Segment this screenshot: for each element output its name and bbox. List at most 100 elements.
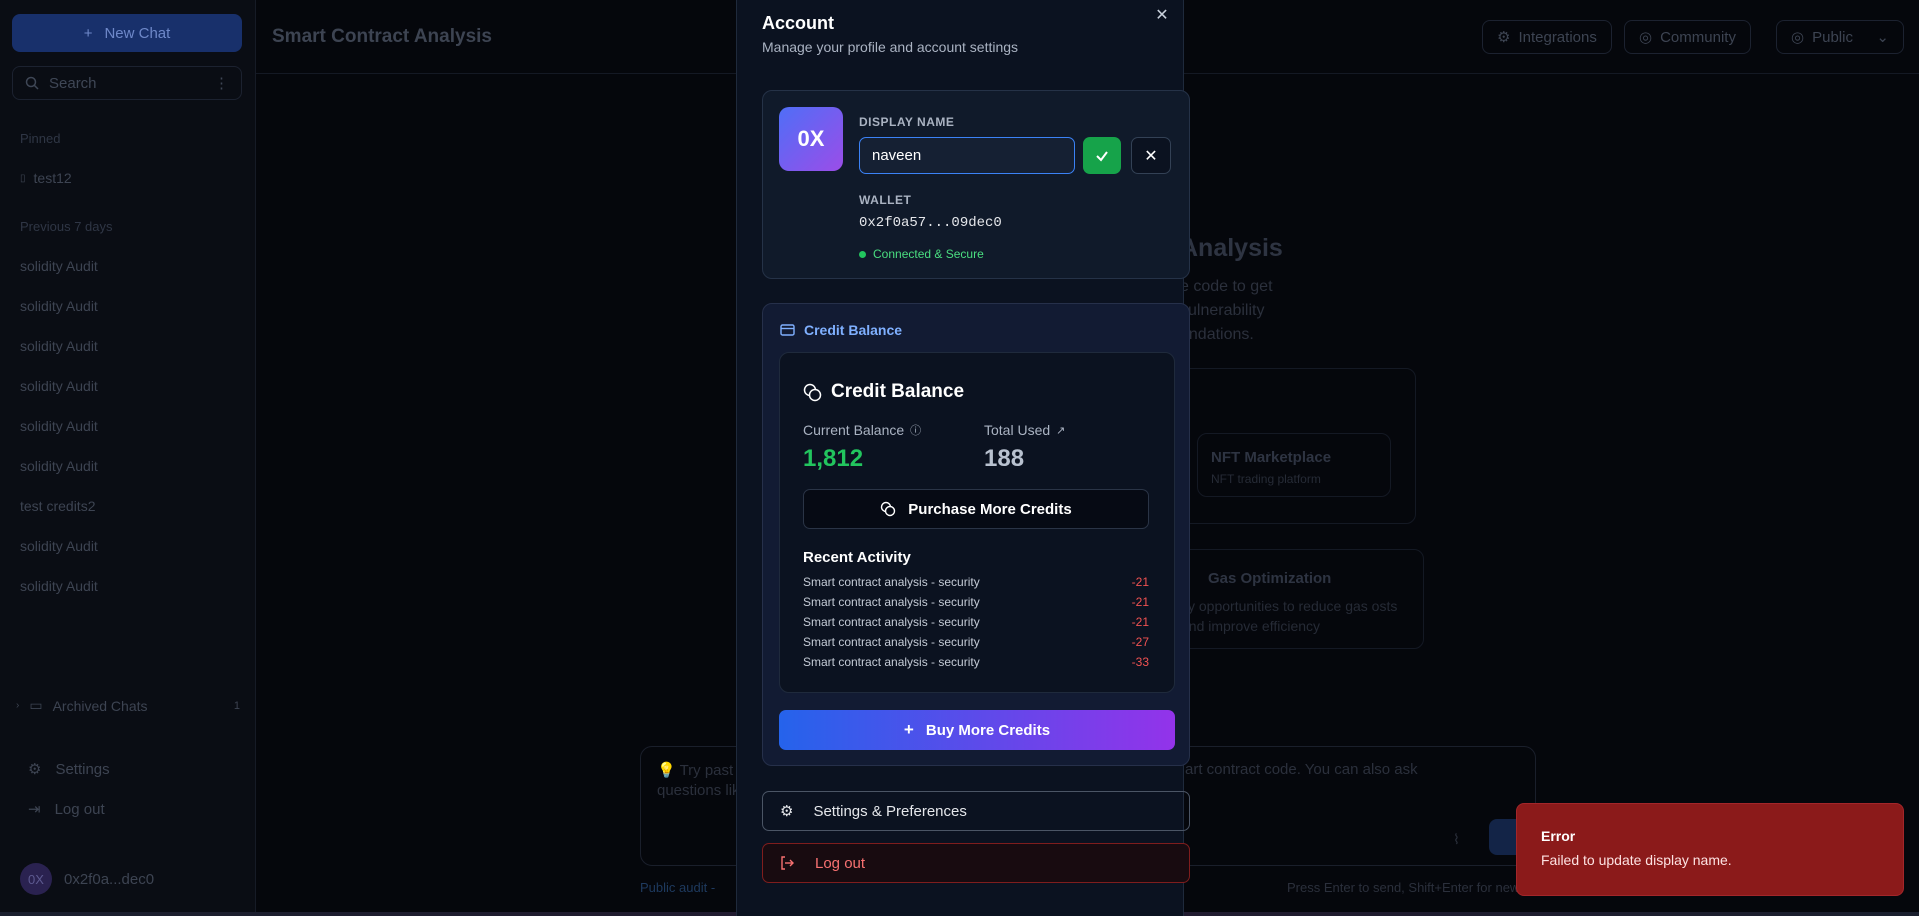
example-card-title: NFT Marketplace [1211, 449, 1332, 466]
status-dot [859, 250, 866, 258]
hero-title: Analysis [1180, 234, 1283, 262]
pin-icon: ▯ [20, 172, 26, 184]
integrations-label: Integrations [1518, 28, 1597, 46]
sidebar-item[interactable]: solidity Audit [20, 538, 98, 554]
sidebar-item[interactable]: solidity Audit [20, 338, 98, 354]
settings-preferences-label: Settings & Preferences [813, 802, 967, 820]
activity-row: Smart contract analysis - security -27 [803, 635, 1149, 649]
more-vertical-icon[interactable]: ⋮ [214, 74, 229, 92]
close-icon[interactable]: ✕ [1153, 6, 1171, 24]
new-chat-button[interactable]: + New Chat [12, 14, 242, 52]
user-wallet-short: 0x2f0a...dec0 [64, 870, 155, 888]
cancel-name-button[interactable]: ✕ [1131, 137, 1171, 174]
activity-row: Smart contract analysis - security -21 [803, 595, 1149, 609]
credit-title-text: Credit Balance [831, 381, 965, 402]
composer-placeholder: 💡 Try past questions lik [657, 762, 740, 799]
sidebar-item-label: test12 [33, 170, 72, 186]
purchase-credits-button[interactable]: Purchase More Credits [803, 489, 1149, 529]
example-card-subtitle: NFT trading platform [1211, 472, 1321, 486]
archived-chats-toggle[interactable]: › ▭ Archived Chats 1 [16, 697, 240, 714]
account-modal: Account Manage your profile and account … [736, 0, 1190, 916]
community-label: Community [1660, 28, 1736, 46]
settings-preferences-button[interactable]: ⚙ Settings & Preferences [762, 791, 1190, 831]
activity-amount: -21 [1131, 575, 1149, 589]
logout-icon: ⇥ [28, 801, 41, 818]
footer-public-audit: Public audit - [640, 880, 716, 895]
visibility-label: Public [1812, 28, 1853, 46]
example-card-gas[interactable]: Gas Optimization ify opportunities to re… [1150, 549, 1424, 649]
gear-icon: ⚙ [28, 761, 42, 778]
logout-icon [781, 856, 794, 870]
modal-subtitle: Manage your profile and account settings [762, 39, 1019, 55]
activity-row: Smart contract analysis - security -33 [803, 655, 1149, 669]
error-toast[interactable]: Error Failed to update display name. [1516, 803, 1904, 896]
credit-balance-card: Credit Balance Credit Balance Current Ba… [762, 303, 1190, 766]
sidebar-logout-button[interactable]: ⇥ Log out [28, 800, 105, 819]
gear-icon: ⚙ [780, 803, 794, 820]
logout-button[interactable]: Log out [762, 843, 1190, 883]
activity-row: Smart contract analysis - security -21 [803, 575, 1149, 589]
toast-title: Error [1541, 828, 1576, 844]
total-used-label: Total Used ↗ [984, 422, 1065, 438]
credit-section-header: Credit Balance [780, 322, 902, 338]
wallet-label: WALLET [859, 193, 912, 207]
community-button[interactable]: ◎ Community [1624, 20, 1751, 54]
activity-desc: Smart contract analysis - security [803, 575, 980, 589]
paperclip-icon[interactable]: ⌇ [1453, 831, 1469, 847]
credit-section-label: Credit Balance [804, 322, 903, 338]
search-box[interactable]: Search ⋮ [12, 66, 242, 100]
recent-activity-title: Recent Activity [803, 549, 911, 566]
avatar: 0X [779, 107, 843, 171]
logout-label: Log out [815, 854, 866, 872]
user-profile-row[interactable]: 0X 0x2f0a...dec0 [20, 863, 154, 895]
activity-desc: Smart contract analysis - security [803, 655, 980, 669]
sidebar-item[interactable]: solidity Audit [20, 258, 98, 274]
profile-card: 0X DISPLAY NAME ✕ WALLET 0x2f0a57...09de… [762, 90, 1190, 279]
activity-row: Smart contract analysis - security -21 [803, 615, 1149, 629]
confirm-name-button[interactable] [1083, 137, 1121, 174]
sidebar-item[interactable]: solidity Audit [20, 578, 98, 594]
coins-icon [881, 501, 896, 517]
plus-icon: + [83, 24, 93, 42]
integrations-button[interactable]: ⚙ Integrations [1482, 20, 1612, 54]
display-name-input[interactable] [859, 137, 1075, 174]
sidebar-item[interactable]: test credits2 [20, 498, 95, 514]
visibility-select[interactable]: ◎ Public ⌄ [1776, 20, 1904, 54]
wallet-status: Connected & Secure [859, 247, 984, 261]
chevron-down-icon: ⌄ [1876, 29, 1889, 46]
globe-icon: ◎ [1639, 29, 1653, 46]
activity-desc: Smart contract analysis - security [803, 635, 980, 649]
activity-amount: -21 [1131, 615, 1149, 629]
recent-heading: Previous 7 days [20, 219, 113, 234]
current-balance-label: Current Balance ⓘ [803, 422, 921, 438]
archive-icon: ▭ [29, 697, 43, 713]
activity-amount: -27 [1131, 635, 1149, 649]
archived-label: Archived Chats [52, 697, 148, 714]
sidebar-item[interactable]: solidity Audit [20, 458, 98, 474]
activity-amount: -21 [1131, 595, 1149, 609]
page-title: Smart Contract Analysis [272, 26, 492, 47]
avatar: 0X [20, 863, 52, 895]
sidebar-item[interactable]: solidity Audit [20, 378, 98, 394]
sidebar-settings-button[interactable]: ⚙ Settings [28, 760, 110, 779]
total-used-value: 188 [984, 445, 1025, 472]
current-balance-label-text: Current Balance [803, 422, 905, 438]
wallet-status-text: Connected & Secure [873, 247, 984, 261]
search-icon [25, 76, 39, 90]
wallet-address: 0x2f0a57...09dec0 [859, 215, 1002, 231]
credit-title: Credit Balance [803, 381, 964, 403]
buy-more-credits-button[interactable]: + Buy More Credits [779, 710, 1175, 750]
sidebar-item-pinned[interactable]: ▯ test12 [20, 170, 72, 186]
hero-subtitle: e code to get vulnerability endations. [1180, 278, 1273, 343]
footer-hint: Press Enter to send, Shift+Enter for new [1287, 880, 1520, 895]
toast-message: Failed to update display name. [1541, 852, 1732, 868]
sidebar-item[interactable]: solidity Audit [20, 418, 98, 434]
check-icon [1096, 150, 1108, 162]
example-card-nft[interactable]: NFT Marketplace NFT trading platform [1197, 433, 1391, 497]
archived-count: 1 [233, 699, 240, 712]
composer-placeholder-continued: art contract code. You can also ask [1185, 761, 1418, 778]
pinned-heading: Pinned [20, 131, 61, 146]
sidebar: + New Chat Search ⋮ Pinned ▯ test12 Prev… [0, 0, 256, 916]
sidebar-item[interactable]: solidity Audit [20, 298, 98, 314]
info-icon[interactable]: ⓘ [910, 422, 921, 438]
